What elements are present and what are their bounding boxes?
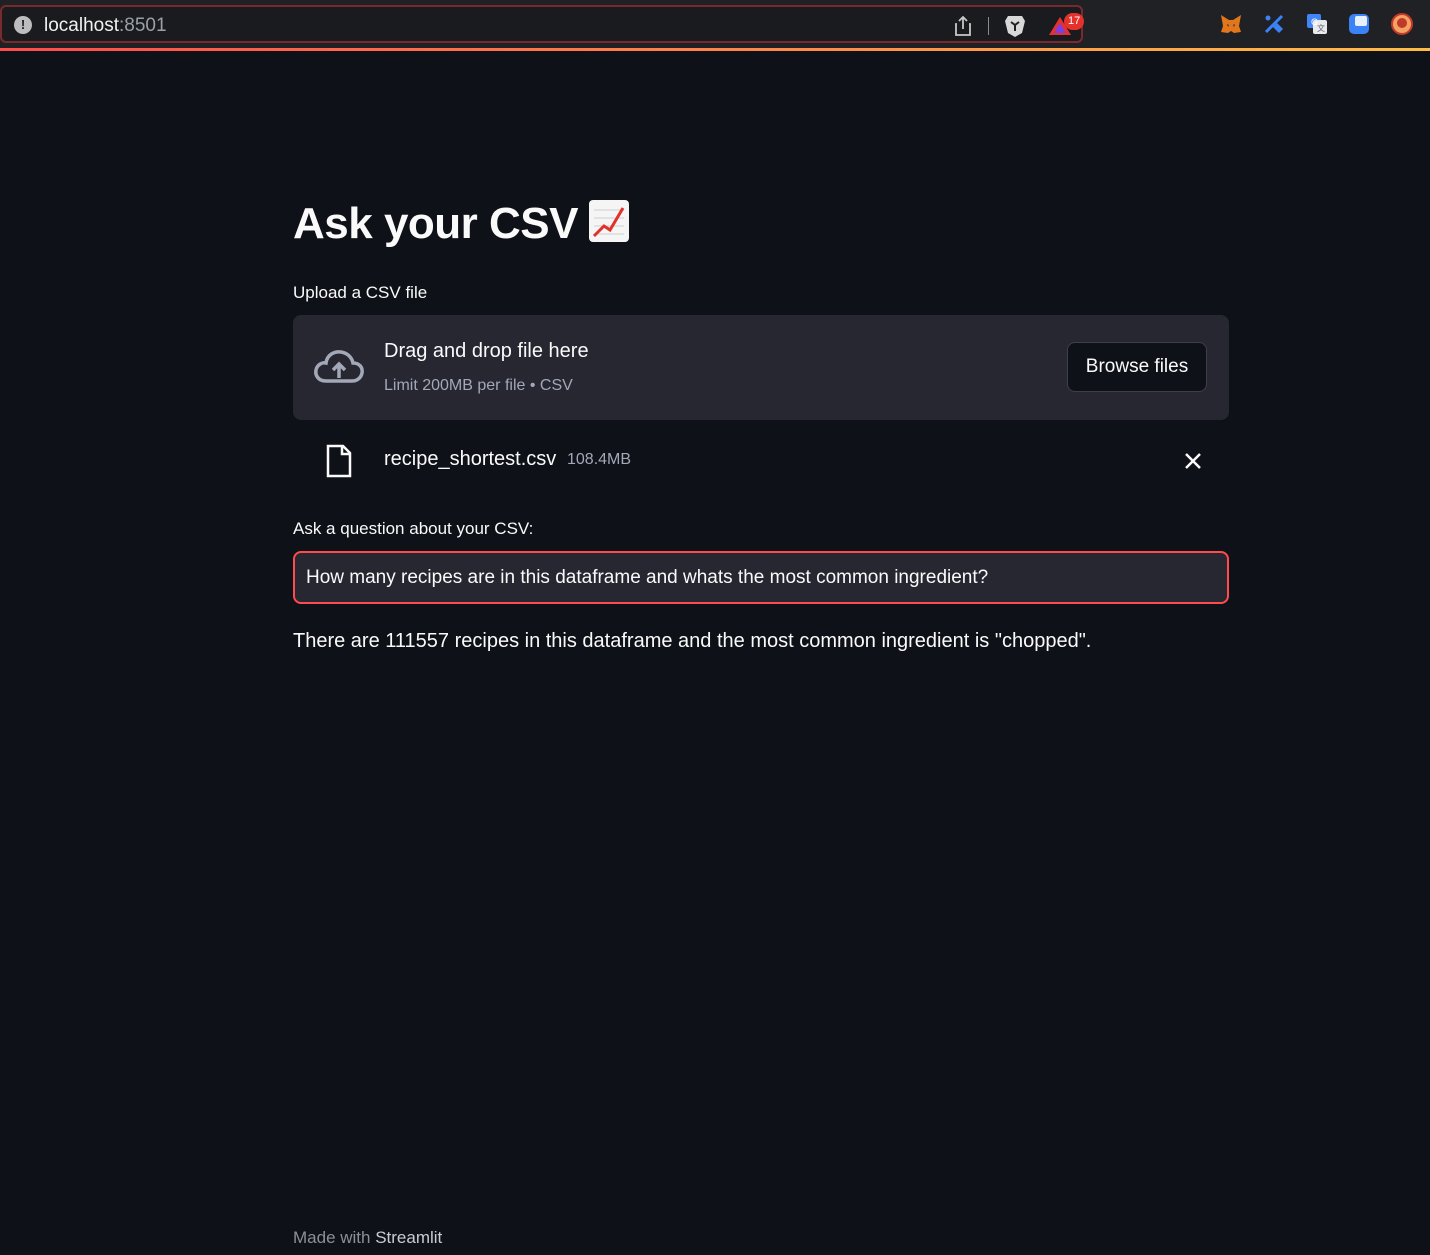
uploaded-file-name: recipe_shortest.csv xyxy=(384,448,557,470)
question-input[interactable] xyxy=(293,551,1229,604)
address-bar[interactable]: ! localhost:8501 17 xyxy=(0,5,1085,43)
upload-label: Upload a CSV file xyxy=(293,283,428,302)
close-icon[interactable] xyxy=(1183,451,1203,476)
uploaded-file-size: 108.4MB xyxy=(567,451,632,468)
page-title-text: Ask your CSV xyxy=(293,199,578,248)
dropzone-limit: Limit 200MB per file • CSV xyxy=(384,377,573,394)
chart-increasing-icon xyxy=(588,200,629,242)
notification-badge: 17 xyxy=(1064,13,1085,30)
brave-shields-icon[interactable] xyxy=(1004,14,1026,43)
page-title: Ask your CSV xyxy=(293,198,993,249)
streamlit-link[interactable]: Streamlit xyxy=(375,1228,442,1247)
cloud-upload-icon xyxy=(313,348,365,391)
uploaded-file-row: recipe_shortest.csv 108.4MB xyxy=(293,438,1229,484)
footer-prefix: Made with xyxy=(293,1228,376,1247)
browser-toolbar: ! localhost:8501 17 G文 xyxy=(0,0,1430,51)
share-icon[interactable] xyxy=(953,15,973,42)
metamask-icon[interactable] xyxy=(1219,12,1243,36)
question-label: Ask a question about your CSV: xyxy=(293,519,534,538)
blue-square-icon[interactable] xyxy=(1347,12,1371,36)
url-separator xyxy=(988,17,989,35)
url-port: :8501 xyxy=(119,15,167,36)
answer-text: There are 111557 recipes in this datafra… xyxy=(293,630,1092,652)
footer: Made with Streamlit xyxy=(293,1228,442,1248)
dropzone-title: Drag and drop file here xyxy=(384,340,589,362)
profile-icon[interactable] xyxy=(1390,12,1414,36)
url-text[interactable]: localhost:8501 xyxy=(44,15,167,37)
header-accent-line xyxy=(0,48,1430,51)
file-icon xyxy=(325,444,353,483)
url-host: localhost xyxy=(44,15,119,36)
puzzle-icon[interactable] xyxy=(1262,12,1286,36)
file-dropzone[interactable]: Drag and drop file here Limit 200MB per … xyxy=(293,315,1229,420)
translate-icon[interactable]: G文 xyxy=(1305,12,1329,36)
site-info-icon[interactable]: ! xyxy=(14,16,32,34)
svg-text:文: 文 xyxy=(1317,23,1325,33)
browse-files-button[interactable]: Browse files xyxy=(1067,342,1207,392)
